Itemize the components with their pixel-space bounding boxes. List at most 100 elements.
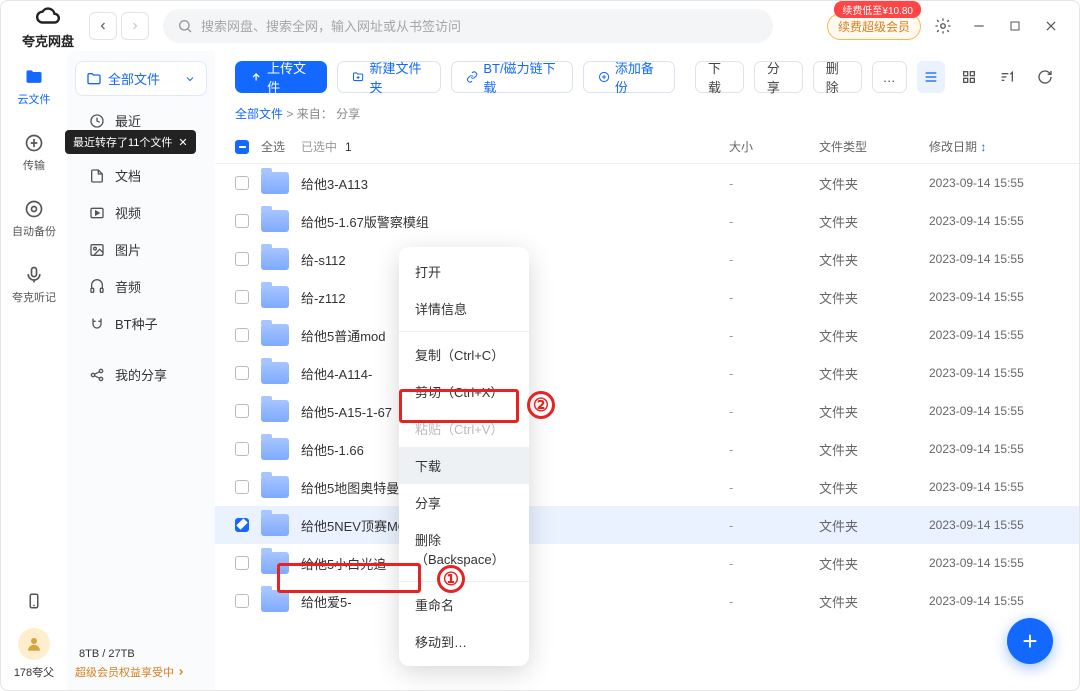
folder-icon [261, 172, 289, 194]
settings-icon[interactable] [929, 12, 957, 40]
clock-icon [89, 113, 105, 129]
row-checkbox[interactable] [235, 290, 249, 304]
context-menu: 打开 详情信息 复制（Ctrl+C） 剪切（Ctrl+X） 粘贴（Ctrl+V）… [399, 247, 529, 666]
bt-button[interactable]: BT/磁力链下载 [451, 61, 573, 93]
rail-transfer[interactable]: 传输 [11, 125, 57, 181]
sidebar-recent[interactable]: 最近 最近转存了11个文件✕ [75, 102, 207, 139]
new-folder-icon [352, 70, 364, 84]
nav-back-button[interactable] [89, 12, 117, 40]
storage-sub[interactable]: 超级会员权益享受中 [75, 664, 207, 680]
nav-forward-button[interactable] [121, 12, 149, 40]
file-row[interactable]: 给他5地图奥特曼-文件夹2023-09-14 15:55 [215, 468, 1079, 506]
rail-device[interactable] [11, 584, 57, 618]
fab-add-button[interactable]: + [1007, 618, 1053, 664]
sidebar-docs[interactable]: 文档 [75, 157, 207, 194]
close-button[interactable] [1037, 12, 1065, 40]
file-row[interactable]: 给他5-A15-1-67-文件夹2023-09-14 15:55 [215, 392, 1079, 430]
tooltip-close[interactable]: ✕ [178, 136, 187, 149]
row-checkbox[interactable] [235, 556, 249, 570]
search-box[interactable] [163, 9, 773, 43]
ctx-open[interactable]: 打开 [399, 253, 529, 290]
file-row[interactable]: 给他爱5--文件夹2023-09-14 15:55 [215, 582, 1079, 620]
sidebar-video[interactable]: 视频 [75, 194, 207, 231]
sort-icon [999, 69, 1015, 85]
backup-button[interactable]: 添加备份 [583, 61, 675, 93]
file-date: 2023-09-14 15:55 [929, 518, 1059, 532]
ctx-download[interactable]: 下载 [399, 447, 529, 484]
row-checkbox[interactable] [235, 594, 249, 608]
upload-icon [250, 70, 262, 84]
row-checkbox[interactable] [235, 176, 249, 190]
row-checkbox[interactable] [235, 252, 249, 266]
row-checkbox[interactable] [235, 480, 249, 494]
ctx-move[interactable]: 移动到… [399, 623, 529, 660]
file-size: - [729, 290, 819, 305]
file-row[interactable]: 给他3-A113-文件夹2023-09-14 15:55 [215, 164, 1079, 202]
row-checkbox[interactable] [235, 442, 249, 456]
transfer-icon [24, 133, 44, 153]
select-all-checkbox[interactable] [235, 140, 249, 154]
folder-outline-icon [86, 71, 102, 87]
file-date: 2023-09-14 15:55 [929, 328, 1059, 342]
file-row[interactable]: 给-s112-文件夹2023-09-14 15:55 [215, 240, 1079, 278]
row-checkbox[interactable] [235, 366, 249, 380]
rail-backup[interactable]: 自动备份 [11, 191, 57, 247]
avatar[interactable] [18, 628, 50, 660]
file-type: 文件夹 [819, 554, 929, 573]
folder-icon [261, 210, 289, 232]
row-checkbox[interactable] [235, 404, 249, 418]
ctx-rename[interactable]: 重命名 [399, 586, 529, 623]
file-row[interactable]: 给-z112-文件夹2023-09-14 15:55 [215, 278, 1079, 316]
row-checkbox[interactable] [235, 518, 249, 532]
sidebar-bt[interactable]: BT种子 [75, 305, 207, 342]
ctx-cut[interactable]: 剪切（Ctrl+X） [399, 373, 529, 410]
new-folder-button[interactable]: 新建文件夹 [337, 61, 441, 93]
row-checkbox[interactable] [235, 214, 249, 228]
crumb-root[interactable]: 全部文件 [235, 107, 283, 121]
file-date: 2023-09-14 15:55 [929, 480, 1059, 494]
sort-button[interactable] [993, 61, 1021, 93]
ctx-share[interactable]: 分享 [399, 484, 529, 521]
ctx-delete[interactable]: 删除（Backspace） [399, 521, 529, 577]
th-size[interactable]: 大小 [729, 138, 819, 155]
file-row[interactable]: 给他5小白光追-文件夹2023-09-14 15:55 [215, 544, 1079, 582]
file-date: 2023-09-14 15:55 [929, 290, 1059, 304]
grid-icon [961, 69, 977, 85]
file-size: - [729, 366, 819, 381]
file-row[interactable]: 给他5普通mod-文件夹2023-09-14 15:55 [215, 316, 1079, 354]
minimize-button[interactable] [965, 12, 993, 40]
th-type[interactable]: 文件类型 [819, 138, 929, 155]
th-date[interactable]: 修改日期 ↕ [929, 138, 1059, 155]
sidebar-share[interactable]: 我的分享 [75, 356, 207, 393]
download-button[interactable]: 下载 [695, 61, 744, 93]
th-all[interactable]: 全选 [261, 138, 285, 155]
file-type: 文件夹 [819, 478, 929, 497]
chevron-down-icon [184, 73, 196, 85]
file-row[interactable]: 给他5-1.66-文件夹2023-09-14 15:55 [215, 430, 1079, 468]
share-button[interactable]: 分享 [754, 61, 803, 93]
ctx-info[interactable]: 详情信息 [399, 290, 529, 327]
refresh-button[interactable] [1031, 61, 1059, 93]
search-input[interactable] [201, 19, 759, 34]
rail-cloud-files[interactable]: 云文件 [11, 59, 57, 115]
ctx-copy[interactable]: 复制（Ctrl+C） [399, 336, 529, 373]
maximize-button[interactable] [1001, 12, 1029, 40]
main-panel: 上传文件 新建文件夹 BT/磁力链下载 添加备份 下载 分享 删除 … 全部文件… [215, 51, 1079, 690]
list-view-button[interactable] [917, 61, 945, 93]
breadcrumb: 全部文件 > 来自： 分享 [215, 103, 1079, 130]
upload-button[interactable]: 上传文件 [235, 61, 327, 93]
sidebar-all-files[interactable]: 全部文件 [75, 61, 207, 96]
file-row[interactable]: 给他5-1.67版警察模组-文件夹2023-09-14 15:55 [215, 202, 1079, 240]
delete-button[interactable]: 删除 [813, 61, 862, 93]
file-date: 2023-09-14 15:55 [929, 404, 1059, 418]
sidebar-image[interactable]: 图片 [75, 231, 207, 268]
sidebar-audio[interactable]: 音频 [75, 268, 207, 305]
file-row[interactable]: 给他5NEV顶赛MOD-文件夹2023-09-14 15:55 [215, 506, 1079, 544]
folder-icon [261, 362, 289, 384]
file-row[interactable]: 给他4-A114--文件夹2023-09-14 15:55 [215, 354, 1079, 392]
folder-icon [261, 286, 289, 308]
rail-notes[interactable]: 夸克听记 [11, 257, 57, 313]
row-checkbox[interactable] [235, 328, 249, 342]
grid-view-button[interactable] [955, 61, 983, 93]
more-button[interactable]: … [872, 61, 907, 93]
